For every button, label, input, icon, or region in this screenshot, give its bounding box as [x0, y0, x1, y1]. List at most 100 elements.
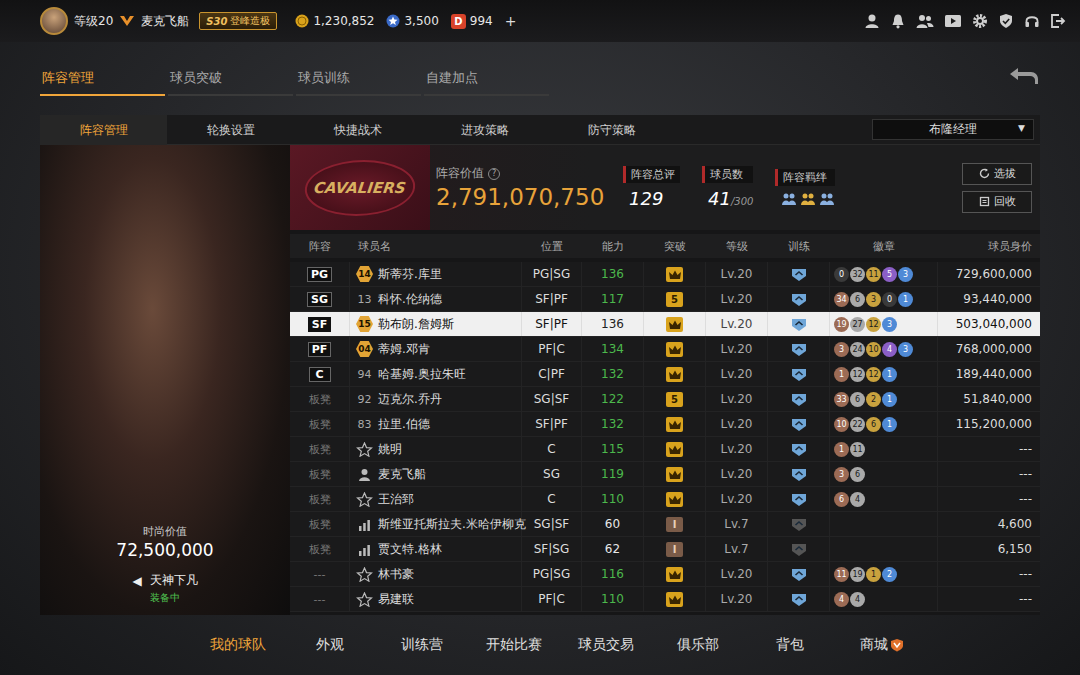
table-row[interactable]: PF04蒂姆.邓肯PF|C134Lv.203241043768,000,000: [290, 337, 1040, 362]
badges-cell: 111912: [830, 562, 938, 586]
nav-item[interactable]: 外观: [284, 636, 376, 654]
panel-tab[interactable]: 快捷战术: [294, 115, 421, 145]
breakthrough-badge: 5: [666, 292, 683, 307]
table-row[interactable]: ---林书豪PG|SG116Lv.20111912---: [290, 562, 1040, 587]
training-icon[interactable]: [790, 592, 808, 607]
table-row[interactable]: 板凳83拉里.伯德SF|PF132Lv.20102261115,200,000: [290, 412, 1040, 437]
jersey-number: 94: [356, 368, 373, 381]
training-icon[interactable]: [790, 442, 808, 457]
add-currency-button[interactable]: +: [505, 13, 517, 29]
fashion-value: 72,500,000: [116, 540, 213, 560]
bond-icon[interactable]: [781, 192, 797, 206]
bottom-nav: 我的球队外观训练营开始比赛球员交易俱乐部背包商城: [0, 615, 1080, 675]
training-icon[interactable]: [790, 292, 808, 307]
bell-icon[interactable]: [890, 13, 906, 29]
training-icon[interactable]: [790, 417, 808, 432]
table-row[interactable]: SG13科怀.伦纳德SF|PF1175Lv.2034630193,440,000: [290, 287, 1040, 312]
top-bar: 等级20麦克飞船S30登峰造极1,230,8523,500D994+: [0, 0, 1080, 42]
breakthrough-cell: [644, 262, 706, 286]
recycle-button[interactable]: 回收: [962, 191, 1032, 213]
panel-tab[interactable]: 进攻策略: [421, 115, 548, 145]
prev-outfit-button[interactable]: ◀: [132, 574, 141, 588]
video-icon[interactable]: [944, 13, 962, 29]
slot-label: C: [309, 367, 331, 382]
table-row[interactable]: 板凳斯维亚托斯拉夫.米哈伊柳克SG|SF60ILv.74,600: [290, 512, 1040, 537]
panel-tab[interactable]: 轮换设置: [167, 115, 294, 145]
profile-icon[interactable]: [864, 13, 880, 29]
table-row[interactable]: PG14斯蒂芬.库里PG|SG136Lv.200321153729,600,00…: [290, 262, 1040, 287]
table-row[interactable]: 板凳王治郅C110Lv.2064---: [290, 487, 1040, 512]
help-icon[interactable]: ?: [488, 168, 500, 180]
table-row[interactable]: 板凳麦克飞船SG119Lv.2036---: [290, 462, 1040, 487]
position: SF|PF: [535, 292, 568, 306]
currency-value: 3,500: [404, 14, 438, 28]
avatar[interactable]: [40, 7, 68, 35]
headset-icon[interactable]: [1024, 13, 1040, 29]
crown-icon: [666, 567, 683, 582]
panel-tab[interactable]: 阵容管理: [40, 115, 167, 145]
gear-icon[interactable]: [972, 13, 988, 29]
player-value: ---: [1019, 592, 1032, 606]
back-arrow-icon[interactable]: [1006, 65, 1040, 87]
training-icon[interactable]: [790, 567, 808, 582]
manager-select[interactable]: 布隆经理▼: [872, 119, 1034, 140]
select-button[interactable]: 选拔: [962, 163, 1032, 185]
position-cell: SF|PF: [522, 287, 582, 311]
nav-item[interactable]: 俱乐部: [652, 636, 744, 654]
table-row[interactable]: ---易建联PF|C110Lv.2044---: [290, 587, 1040, 612]
sub-tab[interactable]: 球员训练: [296, 63, 421, 96]
table-row[interactable]: 板凳姚明C115Lv.20111---: [290, 437, 1040, 462]
currency-value: 994: [470, 14, 493, 28]
training-icon[interactable]: [790, 317, 808, 332]
nav-item[interactable]: 开始比赛: [468, 636, 560, 654]
ability: 119: [601, 467, 624, 481]
value-cell: 6,150: [938, 537, 1040, 561]
training-icon[interactable]: [790, 492, 808, 507]
table-row[interactable]: SF15勒布朗.詹姆斯SF|PF136Lv.201927123503,040,0…: [290, 312, 1040, 337]
nav-item[interactable]: 训练营: [376, 636, 468, 654]
bars-icon: [356, 542, 373, 557]
player-value: ---: [1019, 442, 1032, 456]
column-header: 等级: [706, 239, 768, 254]
slot-cell: 板凳: [290, 412, 350, 436]
sub-tab[interactable]: 自建加点: [424, 63, 549, 96]
bond-icon[interactable]: [819, 192, 835, 206]
badge: 11: [866, 267, 881, 282]
training-icon[interactable]: [790, 542, 808, 557]
nav-item[interactable]: 商城: [836, 636, 928, 654]
nav-item[interactable]: 我的球队: [192, 636, 284, 654]
badge: 3: [898, 342, 913, 357]
count-max: /300: [731, 196, 753, 207]
panel-tab[interactable]: 防守策略: [548, 115, 675, 145]
value-cell: 93,440,000: [938, 287, 1040, 311]
nav-item[interactable]: 背包: [744, 636, 836, 654]
badge: 0: [834, 267, 849, 282]
nav-item[interactable]: 球员交易: [560, 636, 652, 654]
training-icon[interactable]: [790, 517, 808, 532]
bond-icon[interactable]: [800, 192, 816, 206]
training-cell: [768, 337, 830, 361]
count-value: 41/300: [702, 188, 753, 209]
training-icon[interactable]: [790, 367, 808, 382]
badge: 1: [882, 367, 897, 382]
position-cell: SG|SF: [522, 512, 582, 536]
player-name: 科怀.伦纳德: [378, 291, 442, 308]
training-icon[interactable]: [790, 392, 808, 407]
table-row[interactable]: 板凳贾文特.格林SF|SG62ILv.76,150: [290, 537, 1040, 562]
table-row[interactable]: 板凳92迈克尔.乔丹SG|SF1225Lv.203362151,840,000: [290, 387, 1040, 412]
sub-tab[interactable]: 球员突破: [168, 63, 293, 96]
training-icon[interactable]: [790, 267, 808, 282]
friends-icon[interactable]: [916, 13, 934, 29]
slot-cell: PF: [290, 337, 350, 361]
value-cell: 729,600,000: [938, 262, 1040, 286]
crown-icon: [666, 267, 683, 282]
player-value: 503,040,000: [956, 317, 1032, 331]
training-icon[interactable]: [790, 342, 808, 357]
training-icon[interactable]: [790, 467, 808, 482]
exit-icon[interactable]: [1050, 13, 1066, 29]
level: Lv.20: [721, 567, 753, 581]
table-row[interactable]: C94哈基姆.奥拉朱旺C|PF132Lv.20112121189,440,000: [290, 362, 1040, 387]
sub-tab[interactable]: 阵容管理: [40, 63, 165, 96]
shield-icon[interactable]: [998, 13, 1014, 29]
slot-cell: 板凳: [290, 437, 350, 461]
